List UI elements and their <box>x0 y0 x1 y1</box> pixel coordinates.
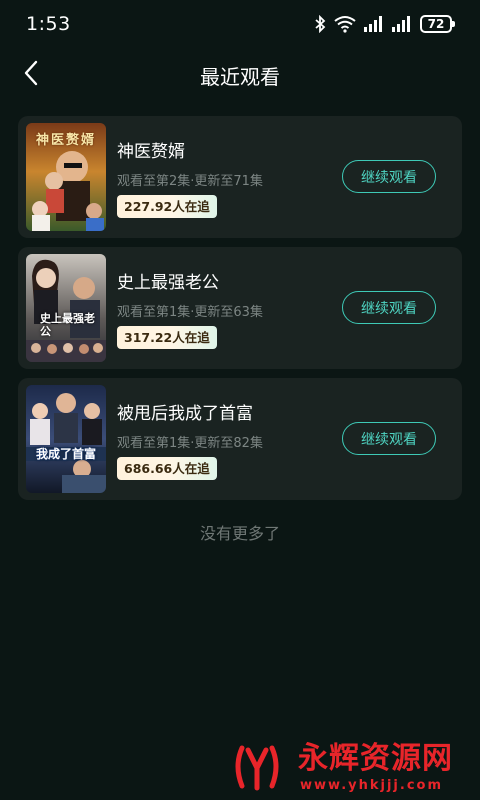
drama-title: 史上最强老公 <box>117 272 219 293</box>
watermark-url: www.yhkjjj.com <box>300 778 444 793</box>
back-button[interactable] <box>14 58 48 92</box>
drama-title: 神医赘婿 <box>117 141 185 162</box>
signal-icon <box>392 16 412 32</box>
poster-title: 神医赘婿 <box>35 133 96 148</box>
history-item[interactable]: 史上最强老公 史上最强老公 观看至第1集·更新至63集 317.22人在追 继续… <box>18 247 462 369</box>
watermark-logo: 永辉资源网 www.yhkjjj.com <box>232 740 454 796</box>
poster-title: 史上最强老公 <box>40 312 95 338</box>
header: 最近观看 <box>0 50 480 100</box>
continue-watching-button[interactable]: 继续观看 <box>342 291 436 324</box>
watermark-brand: 永辉资源网 <box>298 741 453 776</box>
watermark-mark <box>235 745 279 791</box>
poster-image[interactable]: 史上最强老公 <box>26 254 106 362</box>
status-icons: 72 <box>314 15 455 33</box>
battery-icon: 72 <box>420 15 455 33</box>
continue-watching-button[interactable]: 继续观看 <box>342 160 436 193</box>
back-arrow-icon <box>23 60 39 90</box>
drama-title: 被甩后我成了首富 <box>117 403 253 424</box>
followers-badge: 686.66人在追 <box>117 456 217 480</box>
status-time: 1:53 <box>26 13 71 35</box>
page-title: 最近观看 <box>200 64 280 89</box>
continue-watching-button[interactable]: 继续观看 <box>342 422 436 455</box>
status-bar: 1:53 72 <box>0 0 480 48</box>
poster-image[interactable]: 我成了首富 <box>26 385 106 493</box>
signal-icon <box>364 16 384 32</box>
history-item[interactable]: 我成了首富 被甩后我成了首富 观看至第1集·更新至82集 686.66人在追 继… <box>18 378 462 500</box>
poster-title: 我成了首富 <box>35 447 96 461</box>
followers-badge: 317.22人在追 <box>117 325 217 349</box>
poster-image[interactable]: 神医赘婿 <box>26 123 106 231</box>
no-more-text: 没有更多了 <box>199 524 280 543</box>
history-item[interactable]: 神医赘婿 神医赘婿 观看至第2集·更新至71集 227.92人在追 继续观看 <box>18 116 462 238</box>
bluetooth-icon <box>314 15 326 33</box>
wifi-icon <box>334 15 356 33</box>
history-list: 神医赘婿 神医赘婿 观看至第2集·更新至71集 227.92人在追 继续观看 史… <box>18 116 462 509</box>
followers-badge: 227.92人在追 <box>117 194 217 218</box>
